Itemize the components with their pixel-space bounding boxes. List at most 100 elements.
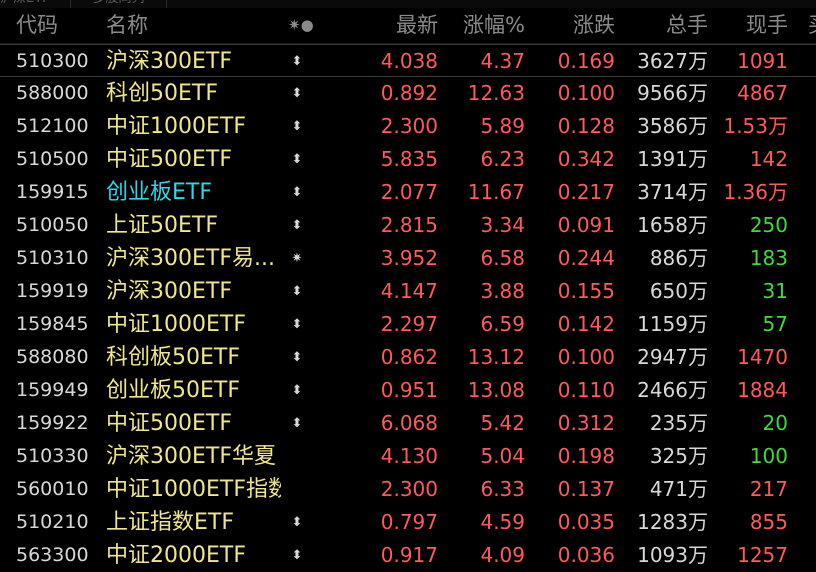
cell-pct: 6.23 [480,147,525,171]
cell-code: 159845 [16,313,89,335]
cell-current: 1470 [737,345,788,369]
cell-name: 中证1000ETF [106,114,246,139]
cell-chg: 0.217 [557,180,615,204]
column-header-name[interactable]: 名称 [106,8,148,43]
table-row[interactable]: 159915 创业板ETF ⬍ 2.077 11.67 0.217 3714万 … [0,176,816,209]
cell-current: 31 [762,279,788,303]
updown-arrow-icon: ⬍ [291,218,303,233]
cell-code: 159949 [16,379,89,401]
table-row[interactable]: 588080 科创板50ETF ⬍ 0.862 13.12 0.100 2947… [0,341,816,374]
table-row[interactable]: 510500 中证500ETF ⬍ 5.835 6.23 0.342 1391万… [0,143,816,176]
table-row[interactable]: 588000 科创50ETF ⬍ 0.892 12.63 0.100 9566万… [0,77,816,110]
cell-price: 2.815 [380,213,438,237]
cell-volume: 1283万 [637,510,708,534]
cell-name: 中证500ETF [106,147,232,172]
cell-volume: 3627万 [637,49,708,73]
column-header-price[interactable]: 最新 [362,8,438,43]
cell-code: 560010 [16,478,89,500]
row-mark [286,473,308,506]
column-header-volume[interactable]: 总手 [622,8,708,43]
cell-code: 510050 [16,214,89,236]
cell-code: 510300 [16,50,89,72]
cell-chg: 0.169 [557,49,615,73]
cell-current: 20 [762,411,788,435]
cell-current: 217 [749,477,788,501]
cell-name: 中证1000ETF指数 [106,477,281,502]
table-row[interactable]: 159922 中证500ETF ⬍ 6.068 5.42 0.312 235万 … [0,407,816,440]
cell-pct: 6.59 [480,312,525,336]
column-header-code[interactable]: 代码 [16,8,58,43]
updown-arrow-icon: ⬍ [291,119,303,134]
column-header-chg[interactable]: 涨跌 [540,8,615,43]
cell-chg: 0.244 [557,246,615,270]
column-header-marks: ✷● [288,16,314,34]
table-row[interactable]: 510050 上证50ETF ⬍ 2.815 3.34 0.091 1658万 … [0,209,816,242]
cell-pct: 3.88 [480,279,525,303]
column-header-bid[interactable]: 买 [808,8,816,43]
cell-pct: 3.34 [480,213,525,237]
tab-multi-stock[interactable]: 多股同列 [70,0,167,8]
cell-name: 创业板ETF [106,180,212,205]
cell-pct: 5.89 [480,114,525,138]
table-row[interactable]: 159845 中证1000ETF ⬍ 2.297 6.59 0.142 1159… [0,308,816,341]
cell-volume: 235万 [649,411,708,435]
cell-chg: 0.100 [557,81,615,105]
table-row[interactable]: 560010 中证1000ETF指数 2.300 6.33 0.137 471万… [0,473,816,506]
cell-current: 100 [749,444,788,468]
cell-pct: 4.59 [480,510,525,534]
cell-volume: 650万 [649,279,708,303]
table-row[interactable]: 512100 中证1000ETF ⬍ 2.300 5.89 0.128 3586… [0,110,816,143]
table-row[interactable]: 510210 上证指数ETF ⬍ 0.797 4.59 0.035 1283万 … [0,506,816,539]
cell-price: 0.797 [380,510,438,534]
cell-name: 中证1000ETF [106,312,246,337]
star-icon: ✷ [291,251,303,266]
cell-volume: 3586万 [637,114,708,138]
cell-chg: 0.091 [557,213,615,237]
updown-arrow-icon: ⬍ [291,54,303,69]
cell-pct: 6.33 [480,477,525,501]
cell-code: 588080 [16,346,89,368]
table-row[interactable]: 159919 沪深300ETF ⬍ 4.147 3.88 0.155 650万 … [0,275,816,308]
cell-price: 2.297 [380,312,438,336]
cell-pct: 11.67 [467,180,525,204]
cell-price: 0.862 [380,345,438,369]
cell-current: 142 [749,147,788,171]
updown-arrow-icon: ⬍ [291,86,303,101]
cell-pct: 6.58 [480,246,525,270]
cell-volume: 2466万 [637,378,708,402]
cell-price: 4.147 [380,279,438,303]
cell-price: 4.038 [380,49,438,73]
updown-arrow-icon: ⬍ [291,515,303,530]
cell-volume: 1159万 [637,312,708,336]
cell-name: 沪深300ETF [106,279,232,304]
column-header-pct[interactable]: 涨幅% [452,8,525,43]
cell-current: 183 [749,246,788,270]
cell-code: 510310 [16,247,89,269]
cell-pct: 12.63 [467,81,525,105]
table-row[interactable]: 510310 沪深300ETF易... ✷ 3.952 6.58 0.244 8… [0,242,816,275]
tab-etf-list[interactable]: 沪深ETF [0,0,50,8]
cell-pct: 13.12 [467,345,525,369]
table-row[interactable]: 510300 沪深300ETF ⬍ 4.038 4.37 0.169 3627万… [0,44,816,77]
cell-price: 0.892 [380,81,438,105]
top-tab-strip: 沪深ETF 多股同列 [0,0,816,8]
column-header-current[interactable]: 现手 [712,8,788,43]
table-row[interactable]: 510330 沪深300ETF华夏 4.130 5.04 0.198 325万 … [0,440,816,473]
table-row[interactable]: 159949 创业板50ETF ⬍ 0.951 13.08 0.110 2466… [0,374,816,407]
table-row[interactable]: 563300 中证2000ETF ⬍ 0.917 4.09 0.036 1093… [0,539,816,572]
cell-code: 512100 [16,115,89,137]
cell-chg: 0.198 [557,444,615,468]
cell-current: 1257 [737,543,788,567]
cell-chg: 0.342 [557,147,615,171]
updown-arrow-icon: ⬍ [291,548,303,563]
cell-current: 250 [749,213,788,237]
cell-volume: 1391万 [637,147,708,171]
cell-price: 0.951 [380,378,438,402]
cell-volume: 1093万 [637,543,708,567]
updown-arrow-icon: ⬍ [291,284,303,299]
cell-pct: 5.04 [480,444,525,468]
cell-name: 中证500ETF [106,411,232,436]
cell-chg: 0.312 [557,411,615,435]
cell-current: 57 [762,312,788,336]
cell-price: 2.077 [380,180,438,204]
